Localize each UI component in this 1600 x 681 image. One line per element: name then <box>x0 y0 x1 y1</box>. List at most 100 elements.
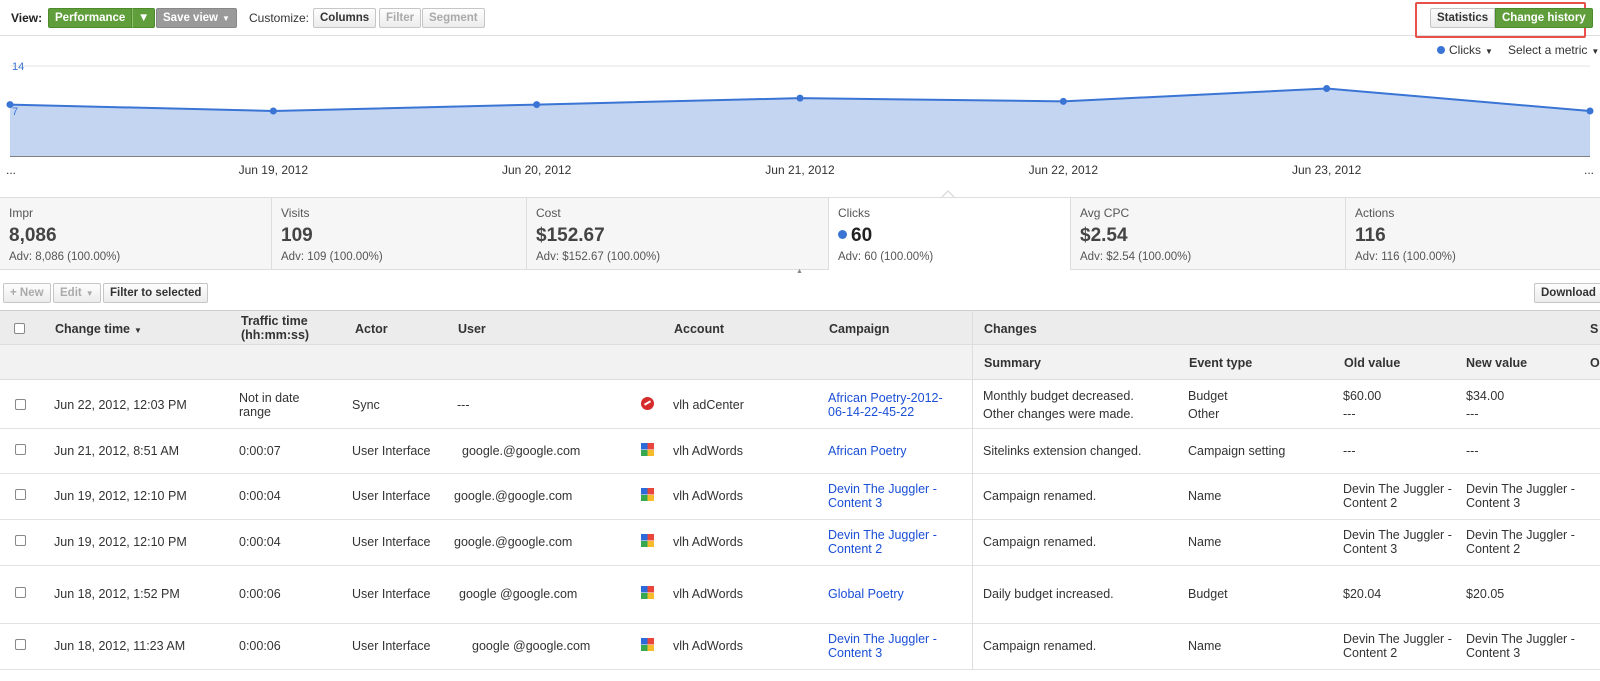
chart-point[interactable] <box>1586 107 1594 115</box>
row-checkbox[interactable] <box>15 639 26 650</box>
summary-avg-cpc[interactable]: Avg CPC $2.54 Adv: $2.54 (100.00%) <box>1071 198 1346 270</box>
new-button[interactable]: + New <box>3 283 51 303</box>
event-type-cell: Name <box>1188 489 1222 503</box>
chart-x-tick-label: ... <box>1584 163 1594 177</box>
user-cell: google @google.com <box>472 639 591 653</box>
new-value-cell: $34.00 <box>1466 389 1505 403</box>
collapse-summary-icon[interactable]: ▲ <box>796 268 803 275</box>
traffic-time-cell: 0:00:07 <box>239 444 281 458</box>
event-type-cell: Other <box>1188 407 1220 421</box>
actor-cell: User Interface <box>352 639 431 653</box>
campaign-link[interactable]: Devin The Juggler - Content 2 <box>828 528 953 556</box>
filter-to-selected-button[interactable]: Filter to selected <box>103 283 209 303</box>
old-value-cell: Devin The Juggler - Content 2 <box>1343 482 1452 510</box>
filter-button[interactable]: Filter <box>379 8 422 28</box>
summary-adv: Adv: 109 (100.00%) <box>281 251 383 263</box>
chart-point[interactable] <box>1323 85 1331 92</box>
row-checkbox[interactable] <box>15 444 26 455</box>
change-time-cell: Jun 18, 2012, 11:23 AM <box>54 639 186 653</box>
summary-label: Impr <box>9 206 33 220</box>
summary-value: 116 <box>1355 225 1386 246</box>
row-checkbox[interactable] <box>15 399 26 410</box>
col-label: Change time <box>55 322 131 336</box>
performance-view-button[interactable]: Performance <box>48 8 133 28</box>
col-actor[interactable]: Actor <box>355 322 388 336</box>
adwords-icon <box>641 638 654 651</box>
summary-bar: Impr 8,086 Adv: 8,086 (100.00%) Visits 1… <box>0 197 1600 270</box>
traffic-time-cell: 0:00:06 <box>239 587 281 601</box>
table-header: Change time ▼ Traffic time (hh:mm:ss) Act… <box>0 310 1600 345</box>
metric-label: Clicks <box>1449 43 1481 57</box>
col-traffic-time[interactable]: Traffic time (hh:mm:ss) <box>241 314 331 342</box>
user-cell: google.@google.com <box>462 444 581 458</box>
col-old-value[interactable]: Old value <box>1344 356 1400 370</box>
chart-point[interactable] <box>533 101 541 109</box>
row-checkbox[interactable] <box>15 535 26 546</box>
edit-button[interactable]: Edit ▼ <box>53 283 101 303</box>
performance-dropdown-button[interactable]: ▼ <box>132 8 156 28</box>
row-checkbox[interactable] <box>15 587 26 598</box>
campaign-link[interactable]: Devin The Juggler - Content 3 <box>828 482 953 510</box>
tab-change-history[interactable]: Change history <box>1495 8 1593 28</box>
chart-x-tick-label: Jun 19, 2012 <box>239 163 309 177</box>
summary-cell: Campaign renamed. <box>983 535 1097 549</box>
summary-value: $152.67 <box>536 225 605 246</box>
summary-clicks[interactable]: Clicks 60 Adv: 60 (100.00%) <box>829 198 1071 270</box>
new-value-cell: Devin The Juggler - Content 3 <box>1466 482 1575 510</box>
chevron-down-icon: ▼ <box>221 14 230 23</box>
actor-cell: User Interface <box>352 535 431 549</box>
columns-button[interactable]: Columns <box>313 8 377 28</box>
summary-visits[interactable]: Visits 109 Adv: 109 (100.00%) <box>272 198 527 270</box>
view-label: View: <box>11 11 43 25</box>
save-view-button[interactable]: Save view ▼ <box>156 8 237 28</box>
summary-cell: Campaign renamed. <box>983 639 1097 653</box>
table-row[interactable]: Jun 18, 2012, 1:52 PM 0:00:06 User Inter… <box>0 566 1600 624</box>
segment-button[interactable]: Segment <box>422 8 485 28</box>
adwords-icon <box>641 586 654 599</box>
summary-cell: Monthly budget decreased. <box>983 389 1134 403</box>
chart-point[interactable] <box>796 94 804 102</box>
campaign-link[interactable]: Devin The Juggler - Content 3 <box>828 632 953 660</box>
chart-point[interactable] <box>269 107 277 115</box>
change-time-cell: Jun 22, 2012, 12:03 PM <box>54 398 187 412</box>
campaign-link[interactable]: African Poetry-2012-06-14-22-45-22 <box>828 391 953 419</box>
col-user[interactable]: User <box>458 322 486 336</box>
tab-statistics[interactable]: Statistics <box>1430 8 1496 28</box>
select-metric-dropdown[interactable]: Select a metric ▼ <box>1508 43 1599 57</box>
select-all-checkbox[interactable] <box>14 323 25 334</box>
save-view-label: Save view <box>163 12 218 24</box>
campaign-link[interactable]: African Poetry <box>828 444 907 458</box>
col-change-time[interactable]: Change time ▼ <box>55 322 142 336</box>
col-event-type[interactable]: Event type <box>1189 356 1252 370</box>
col-new-value[interactable]: New value <box>1466 356 1527 370</box>
table-row[interactable]: Jun 19, 2012, 12:10 PM 0:00:04 User Inte… <box>0 474 1600 520</box>
customize-label: Customize: <box>249 11 310 25</box>
traffic-time-cell: 0:00:06 <box>239 639 281 653</box>
col-extra-sub[interactable]: O <box>1590 356 1600 370</box>
table-row[interactable]: Jun 19, 2012, 12:10 PM 0:00:04 User Inte… <box>0 520 1600 566</box>
table-row[interactable]: Jun 18, 2012, 11:23 AM 0:00:06 User Inte… <box>0 624 1600 670</box>
table-row[interactable]: Jun 22, 2012, 12:03 PM Not in date range… <box>0 380 1600 429</box>
summary-cost[interactable]: Cost $152.67 Adv: $152.67 (100.00%) <box>527 198 829 270</box>
col-summary[interactable]: Summary <box>984 356 1041 370</box>
download-button[interactable]: Download <box>1534 283 1600 303</box>
series-dot-icon <box>1437 46 1445 54</box>
summary-impr[interactable]: Impr 8,086 Adv: 8,086 (100.00%) <box>0 198 272 270</box>
col-account[interactable]: Account <box>674 322 724 336</box>
old-value-cell: $60.00 <box>1343 389 1382 403</box>
row-checkbox[interactable] <box>15 489 26 500</box>
old-value-cell: Devin The Juggler - Content 3 <box>1343 528 1452 556</box>
table-subheader: Summary Event type Old value New value O <box>0 345 1600 380</box>
metric-dropdown[interactable]: Clicks ▼ <box>1437 43 1493 57</box>
chart-point[interactable] <box>1059 97 1067 105</box>
table-row[interactable]: Jun 21, 2012, 8:51 AM 0:00:07 User Inter… <box>0 429 1600 474</box>
account-cell: vlh AdWords <box>673 489 743 503</box>
account-cell: vlh AdWords <box>673 587 743 601</box>
summary-actions[interactable]: Actions 116 Adv: 116 (100.00%) <box>1346 198 1600 270</box>
chart-x-tick-label: Jun 22, 2012 <box>1029 163 1099 177</box>
chart-x-tick-label: Jun 20, 2012 <box>502 163 572 177</box>
campaign-link[interactable]: Global Poetry <box>828 587 904 601</box>
col-extra[interactable]: S <box>1590 322 1598 336</box>
summary-value: 60 <box>851 225 873 246</box>
col-campaign[interactable]: Campaign <box>829 322 889 336</box>
